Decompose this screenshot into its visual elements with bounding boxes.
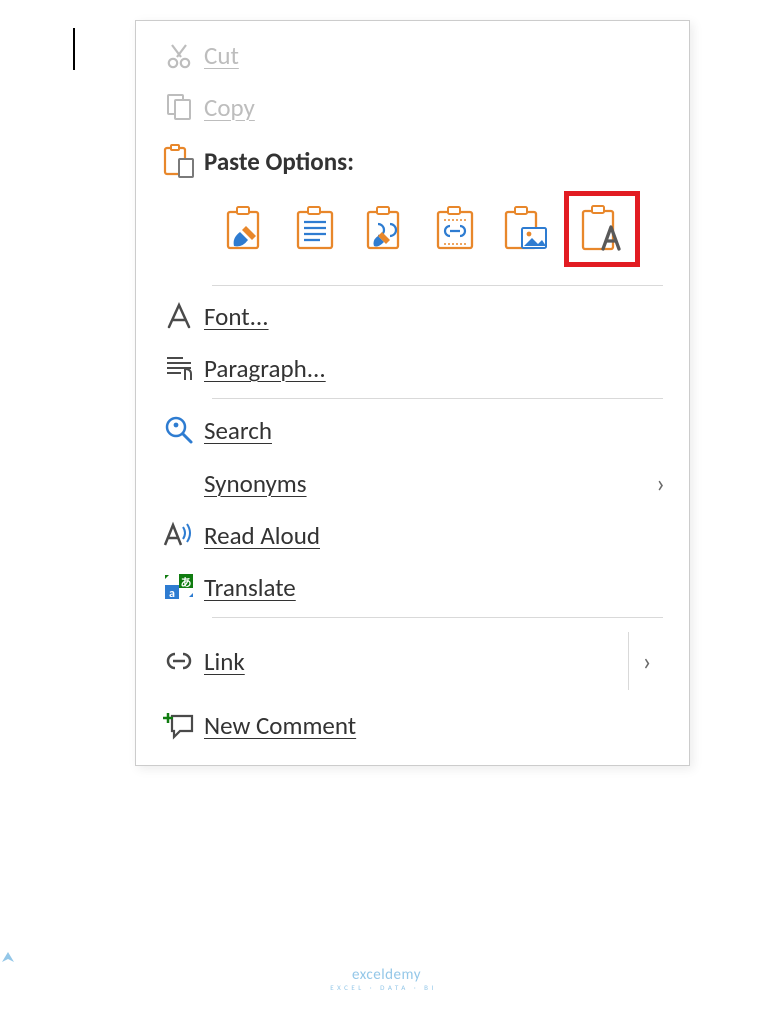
menu-label: Copy bbox=[204, 92, 665, 123]
separator bbox=[212, 398, 663, 399]
separator bbox=[212, 285, 663, 286]
menu-item-translate[interactable]: a あ Translate bbox=[136, 561, 689, 613]
menu-item-link[interactable]: Link › bbox=[136, 622, 689, 700]
menu-item-cut: Cut bbox=[136, 29, 689, 81]
context-menu: Cut Copy Paste Options: bbox=[135, 20, 690, 766]
paste-keep-source-link[interactable] bbox=[424, 197, 488, 261]
menu-label: Synonyms bbox=[204, 468, 656, 499]
menu-label: New Comment bbox=[204, 710, 665, 741]
svg-text:a: a bbox=[169, 587, 175, 601]
menu-label: Paragraph... bbox=[204, 353, 665, 384]
paste-options-grid bbox=[154, 179, 671, 275]
link-icon bbox=[154, 648, 204, 674]
paragraph-icon bbox=[154, 352, 204, 384]
chevron-right-icon: › bbox=[656, 467, 665, 499]
menu-label: Search bbox=[204, 415, 665, 446]
read-aloud-icon bbox=[154, 519, 204, 551]
menu-label: Link bbox=[204, 646, 628, 677]
copy-icon bbox=[154, 91, 204, 123]
font-icon bbox=[154, 300, 204, 332]
clipboard-icon bbox=[154, 143, 204, 179]
translate-icon: a あ bbox=[154, 571, 204, 603]
paste-keep-text-only[interactable] bbox=[564, 191, 640, 267]
paste-picture[interactable] bbox=[494, 197, 558, 261]
paste-use-destination-theme[interactable] bbox=[354, 197, 418, 261]
menu-label: Read Aloud bbox=[204, 520, 665, 551]
menu-item-new-comment[interactable]: New Comment bbox=[136, 700, 689, 751]
watermark: exceldemy EXCEL · DATA · BI bbox=[0, 950, 767, 992]
scissors-icon bbox=[154, 39, 204, 71]
menu-item-read-aloud[interactable]: Read Aloud bbox=[136, 509, 689, 561]
menu-item-copy: Copy bbox=[136, 81, 689, 133]
watermark-tagline: EXCEL · DATA · BI bbox=[0, 983, 767, 992]
logo-icon bbox=[0, 950, 767, 966]
menu-item-synonyms[interactable]: Synonyms › bbox=[136, 457, 689, 509]
menu-label: Font... bbox=[204, 301, 665, 332]
menu-item-search[interactable]: Search bbox=[136, 403, 689, 457]
svg-text:あ: あ bbox=[181, 576, 192, 589]
paste-merge-formatting[interactable] bbox=[284, 197, 348, 261]
menu-item-font[interactable]: Font... bbox=[136, 290, 689, 342]
watermark-brand: exceldemy bbox=[352, 966, 421, 984]
paste-options-header: Paste Options: bbox=[154, 143, 671, 179]
menu-label: Cut bbox=[204, 40, 665, 71]
menu-label: Translate bbox=[204, 572, 665, 603]
new-comment-icon bbox=[154, 711, 204, 741]
text-cursor bbox=[73, 28, 75, 70]
paste-options-section: Paste Options: bbox=[136, 133, 689, 281]
paste-options-label: Paste Options: bbox=[204, 146, 354, 177]
separator bbox=[212, 617, 663, 618]
menu-item-paragraph[interactable]: Paragraph... bbox=[136, 342, 689, 394]
paste-keep-source-formatting[interactable] bbox=[214, 197, 278, 261]
search-icon bbox=[154, 413, 204, 447]
chevron-right-icon[interactable]: › bbox=[629, 645, 665, 677]
